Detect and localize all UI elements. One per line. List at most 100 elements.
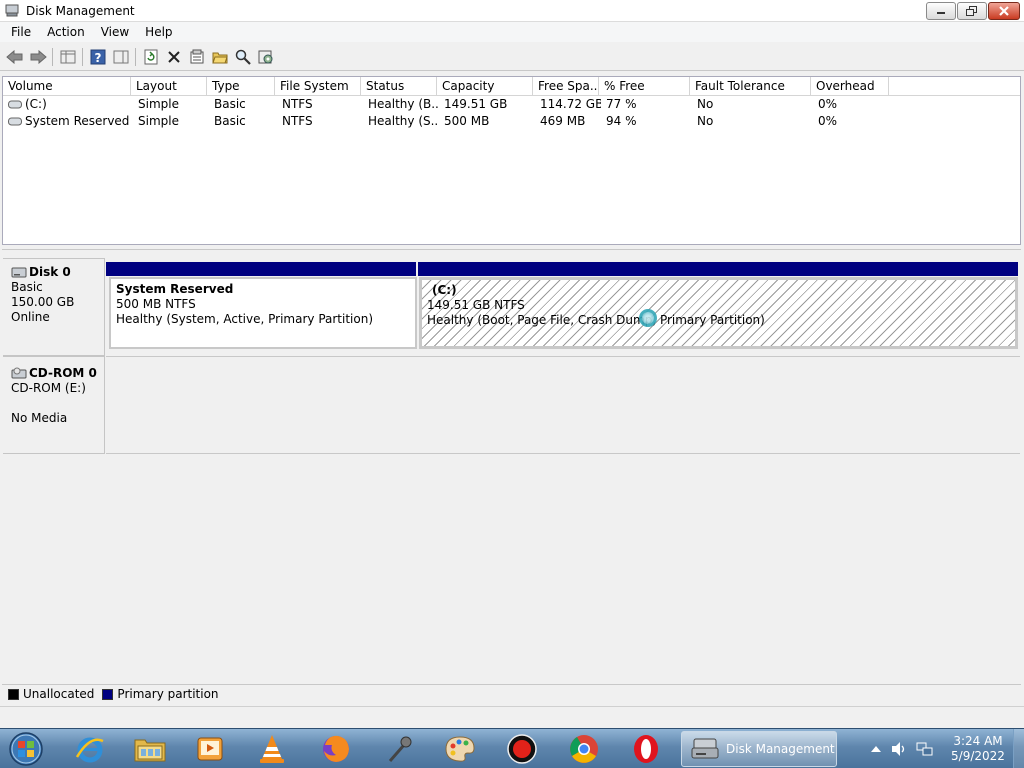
close-icon	[999, 6, 1009, 16]
partition-status: Healthy (System, Active, Primary Partiti…	[116, 312, 374, 326]
column-header-volume[interactable]: Volume	[3, 77, 131, 96]
disk-0-partitions: System Reserved 500 MB NTFS Healthy (Sys…	[106, 262, 1020, 352]
volume-cell: (C:)	[3, 96, 131, 113]
column-header-overhead[interactable]: Overhead	[811, 77, 889, 96]
fault-tolerance-cell: No	[697, 97, 714, 111]
network-icon[interactable]	[916, 741, 934, 757]
clock[interactable]: 3:24 AM 5/9/2022	[948, 734, 1008, 764]
partition-title: System Reserved	[116, 282, 234, 296]
volume-row-c[interactable]: (C:) Simple Basic NTFS Healthy (B... 149…	[3, 96, 1020, 113]
forward-arrow-icon	[30, 50, 47, 64]
volume-list: Volume Layout Type File System Status Ca…	[2, 76, 1021, 245]
cdrom-0-label[interactable]: CD-ROM 0 CD-ROM (E:) No Media	[3, 356, 105, 454]
menu-help[interactable]: Help	[137, 25, 180, 39]
taskbar-media-player[interactable]	[184, 731, 236, 767]
show-hidden-icons-icon[interactable]	[870, 744, 882, 754]
paint-palette-icon	[445, 736, 475, 762]
settings-button[interactable]	[254, 46, 277, 68]
open-button[interactable]	[208, 46, 231, 68]
type-cell: Basic	[214, 114, 246, 128]
internet-explorer-icon	[75, 737, 104, 763]
taskbar-internet-explorer[interactable]	[64, 731, 116, 767]
column-header-file-system[interactable]: File System	[275, 77, 361, 96]
hard-disk-icon	[11, 267, 27, 277]
menu-action[interactable]: Action	[39, 25, 93, 39]
svg-text:?: ?	[94, 51, 101, 65]
percent-free-cell: 77 %	[606, 97, 637, 111]
column-header-status[interactable]: Status	[361, 77, 437, 96]
delete-button[interactable]	[162, 46, 185, 68]
legend-primary-label: Primary partition	[117, 687, 219, 701]
column-header-free-space[interactable]: Free Spa...	[533, 77, 599, 96]
disk-0-size: 150.00 GB	[11, 295, 75, 309]
cdrom-0-media-area[interactable]	[106, 356, 1020, 454]
disk-management-app-icon	[5, 4, 19, 17]
volume-list-header: Volume Layout Type File System Status Ca…	[3, 77, 1020, 96]
c-drive-partition[interactable]: (C:) 149.51 GB NTFS Healthy (Boot, Page …	[419, 277, 1018, 349]
back-arrow-icon	[5, 50, 22, 64]
menu-view[interactable]: View	[93, 25, 137, 39]
type-cell: Basic	[214, 97, 246, 111]
delete-x-icon	[167, 51, 180, 63]
status-cell: Healthy (S...	[368, 114, 439, 128]
column-header-percent-free[interactable]: % Free	[599, 77, 690, 96]
show-hide-console-tree-button[interactable]	[56, 46, 79, 68]
taskbar-paint[interactable]	[434, 731, 486, 767]
free-space-cell: 114.72 GB	[540, 97, 601, 111]
cdrom-0-status: No Media	[11, 411, 68, 425]
taskbar-disk-management[interactable]: Disk Management	[681, 731, 837, 767]
taskbar-vlc[interactable]	[246, 731, 298, 767]
column-header-capacity[interactable]: Capacity	[437, 77, 533, 96]
volume-row-system-reserved[interactable]: System Reserved Simple Basic NTFS Health…	[3, 113, 1020, 130]
toolbar: ?	[0, 44, 1024, 71]
back-button[interactable]	[3, 46, 26, 68]
explore-button[interactable]	[231, 46, 254, 68]
action-pane-icon	[113, 50, 128, 64]
unallocated-swatch	[8, 688, 19, 700]
disk-0-label[interactable]: Disk 0 Basic 150.00 GB Online	[3, 258, 105, 356]
refresh-button[interactable]	[139, 46, 162, 68]
disk-settings-icon	[258, 50, 272, 64]
c-drive-partition-bar	[418, 262, 1018, 276]
layout-cell: Simple	[138, 97, 179, 111]
menu-file[interactable]: File	[3, 25, 39, 39]
fault-tolerance-cell: No	[697, 114, 714, 128]
volume-cell: System Reserved	[3, 113, 131, 130]
overhead-cell: 0%	[818, 114, 838, 128]
volume-name: (C:)	[25, 97, 47, 111]
column-header-fault-tolerance[interactable]: Fault Tolerance	[690, 77, 811, 96]
taskbar-chrome[interactable]	[558, 731, 610, 767]
forward-button[interactable]	[26, 46, 49, 68]
taskbar-microphone-app[interactable]	[372, 731, 424, 767]
disk-0-name: Disk 0	[29, 265, 71, 279]
open-folder-icon	[211, 52, 228, 64]
column-header-layout[interactable]: Layout	[131, 77, 207, 96]
help-icon: ?	[90, 49, 105, 65]
minimize-button[interactable]	[926, 2, 956, 20]
cdrom-0-drive: CD-ROM (E:)	[11, 381, 86, 395]
taskbar-file-explorer[interactable]	[124, 731, 176, 767]
taskbar-screen-recorder[interactable]	[496, 731, 548, 767]
start-button[interactable]	[6, 731, 46, 767]
system-reserved-partition[interactable]: System Reserved 500 MB NTFS Healthy (Sys…	[109, 277, 417, 349]
partition-status: Healthy (Boot, Page File, Crash Dump, Pr…	[427, 313, 765, 327]
microphone-icon	[388, 736, 412, 762]
title-bar: Disk Management	[0, 0, 1024, 22]
show-desktop-button[interactable]	[1013, 729, 1024, 768]
minimize-icon	[937, 12, 945, 14]
toolbar-separator	[135, 48, 136, 66]
help-button[interactable]: ?	[86, 46, 109, 68]
show-hide-action-pane-button[interactable]	[109, 46, 132, 68]
close-button[interactable]	[988, 2, 1020, 20]
restore-button[interactable]	[957, 2, 987, 20]
layout-cell: Simple	[138, 114, 179, 128]
taskbar-disk-management-label: Disk Management	[726, 742, 835, 756]
taskbar-opera[interactable]	[620, 731, 672, 767]
capacity-cell: 500 MB	[444, 114, 490, 128]
firefox-icon	[323, 735, 349, 762]
column-header-type[interactable]: Type	[207, 77, 275, 96]
properties-button[interactable]	[185, 46, 208, 68]
window-title: Disk Management	[26, 4, 135, 18]
volume-speaker-icon[interactable]	[890, 741, 908, 757]
taskbar-firefox[interactable]	[310, 731, 362, 767]
